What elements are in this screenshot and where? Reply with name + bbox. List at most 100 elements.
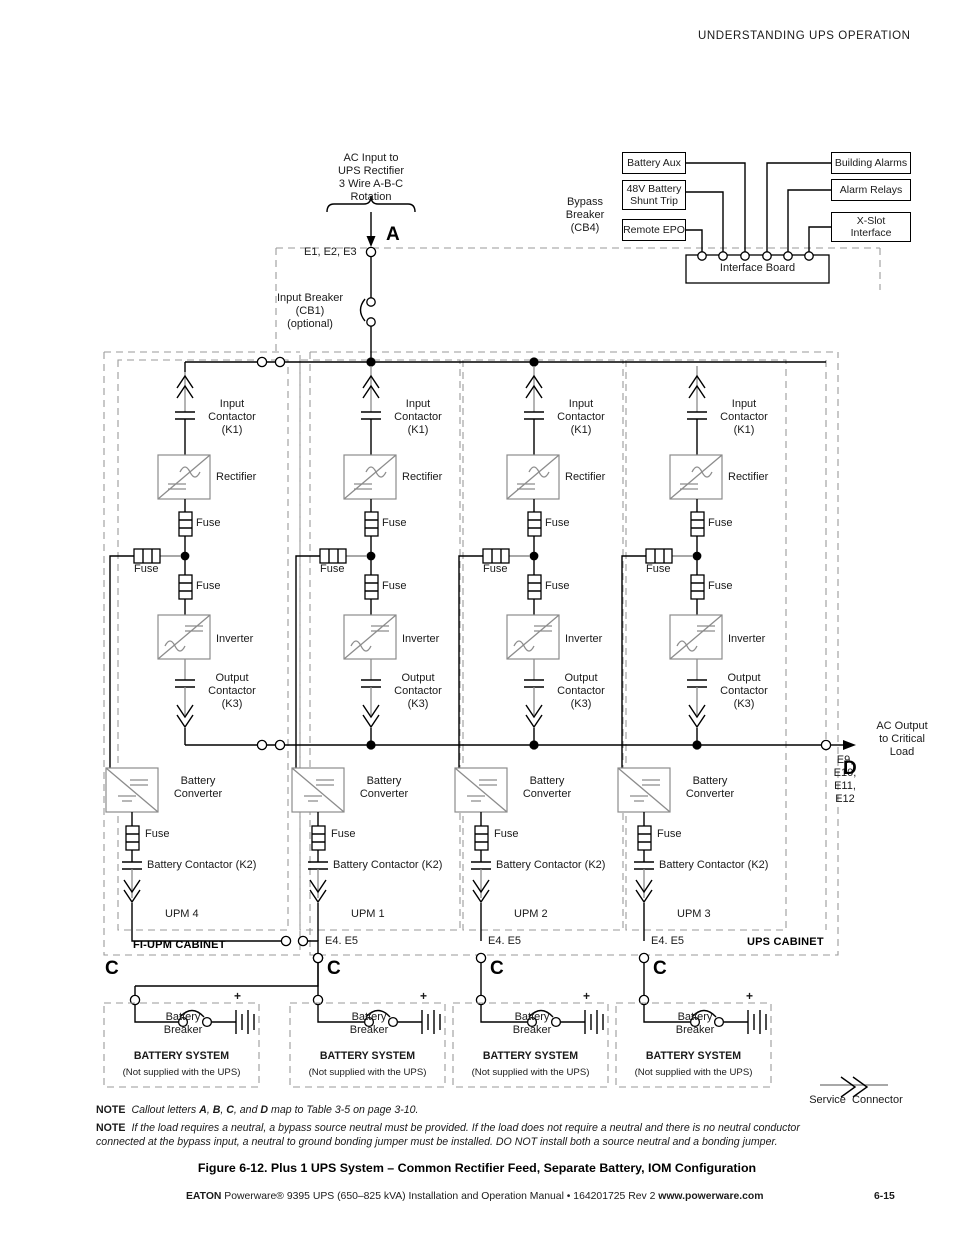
upm2-battery-contactor-label: Battery Contactor (K2) [496, 859, 606, 871]
alarm-relays-box[interactable]: Alarm Relays [831, 179, 911, 201]
upm4-inverter-label: Inverter [216, 633, 254, 645]
remote-epo-label: Remote EPO [623, 224, 685, 236]
upm1-battery-contactor-label: Battery Contactor (K2) [333, 859, 443, 871]
upm1-name-label: UPM 1 [351, 908, 385, 920]
upm3-battery-converter-label: Battery Converter [685, 775, 735, 800]
bypass-breaker-label: Bypass Breaker (CB4) [565, 196, 605, 234]
note-2-text: If the load requires a neutral, a bypass… [96, 1122, 800, 1148]
upm4-fuse-label-bottom: Fuse [196, 580, 221, 592]
callout-d: D [843, 758, 857, 779]
upm3-rectifier-label: Rectifier [728, 471, 769, 483]
building-alarms-box[interactable]: Building Alarms [831, 152, 911, 174]
note-1-d: D [260, 1104, 269, 1116]
page-number: 6-15 [874, 1191, 895, 1202]
note-1: NOTE Callout letters A, B, C, and D map t… [96, 1103, 836, 1117]
upm2-terminals-label: E4. E5 [488, 935, 522, 947]
battery-system-subtitle-1: (Not supplied with the UPS) [122, 1067, 241, 1078]
upm3-name-label: UPM 3 [677, 908, 711, 920]
upm4-input-contactor-label: Input Contactor (K1) [208, 398, 256, 436]
note-1-c: C [226, 1104, 234, 1116]
callout-a: A [386, 224, 400, 245]
battery-polarity-1: + [234, 989, 242, 1003]
upm1-terminals-label: E4. E5 [325, 935, 359, 947]
fi-upm-cabinet-label: FI-UPM CABINET [133, 939, 226, 951]
ups-cabinet-label: UPS CABINET [747, 936, 824, 948]
upm2-name-label: UPM 2 [514, 908, 548, 920]
shunt-trip-box[interactable]: 48V Battery Shunt Trip [622, 180, 686, 210]
upm1-fuse-label-bottom: Fuse [382, 580, 407, 592]
upm2-inverter-label: Inverter [565, 633, 603, 645]
page-root: UNDERSTANDING UPS OPERATION .ln{stroke:#… [0, 0, 954, 1235]
callout-c-2: C [327, 958, 341, 979]
battery-polarity-2: + [420, 989, 428, 1003]
battery-system-title-3: BATTERY SYSTEM [482, 1050, 579, 1062]
note-2-label: NOTE [96, 1122, 126, 1134]
upm2-battery-fuse-label: Fuse [494, 828, 519, 840]
upm2-rectifier-label: Rectifier [565, 471, 606, 483]
upm1-inverter-label: Inverter [402, 633, 440, 645]
upm2-battery-converter-label: Battery Converter [522, 775, 572, 800]
battery-aux-label: Battery Aux [627, 157, 681, 169]
upm3-terminals-label: E4. E5 [651, 935, 685, 947]
upm2-fuse-label-bottom: Fuse [545, 580, 570, 592]
ac-output-label: AC Output to Critical Load [876, 720, 928, 758]
battery-aux-box[interactable]: Battery Aux [622, 152, 686, 174]
upm3-fuse-label-bottom: Fuse [708, 580, 733, 592]
upm3-fuse-label-top: Fuse [708, 517, 733, 529]
battery-system-title-1: BATTERY SYSTEM [133, 1050, 230, 1062]
footer-url: www.powerware.com [658, 1191, 764, 1202]
battery-breaker-label-4: Battery Breaker [675, 1011, 715, 1036]
upm1-fuse-label-top: Fuse [382, 517, 407, 529]
upm3-input-contactor-label: Input Contactor (K1) [720, 398, 768, 436]
alarm-relays-label: Alarm Relays [839, 184, 903, 196]
battery-system-title-2: BATTERY SYSTEM [319, 1050, 416, 1062]
battery-breaker-label-1: Battery Breaker [163, 1011, 203, 1036]
upm4-output-contactor-label: Output Contactor (K3) [208, 672, 256, 710]
remote-epo-box[interactable]: Remote EPO [622, 219, 686, 241]
battery-breaker-label-3: Battery Breaker [512, 1011, 552, 1036]
shunt-trip-label: 48V Battery Shunt Trip [626, 183, 682, 207]
upm2-output-contactor-label: Output Contactor (K3) [557, 672, 605, 710]
x-slot-interface-label: X-Slot Interface [850, 215, 892, 239]
footer-text: Powerware® 9395 UPS (650–825 kVA) Instal… [221, 1191, 659, 1202]
upm3-battery-fuse-label: Fuse [657, 828, 682, 840]
x-slot-interface-box[interactable]: X-Slot Interface [831, 212, 911, 242]
upm4-name-label: UPM 4 [165, 908, 199, 920]
upm3-fuse-label-side: Fuse [646, 563, 671, 575]
battery-system-subtitle-4: (Not supplied with the UPS) [634, 1067, 753, 1078]
note-1-label: NOTE [96, 1104, 126, 1116]
battery-breaker-label-2: Battery Breaker [349, 1011, 389, 1036]
note-2: NOTE If the load requires a neutral, a by… [96, 1121, 836, 1149]
upm3-output-contactor-label: Output Contactor (K3) [720, 672, 768, 710]
upm4-battery-converter-label: Battery Converter [173, 775, 223, 800]
upm1-output-contactor-label: Output Contactor (K3) [394, 672, 442, 710]
upm3-battery-contactor-label: Battery Contactor (K2) [659, 859, 769, 871]
note-1-text-b: map to Table 3-5 on page 3-10. [268, 1104, 419, 1116]
upm1-battery-fuse-label: Fuse [331, 828, 356, 840]
upm1-input-contactor-label: Input Contactor (K1) [394, 398, 442, 436]
page-footer: EATON Powerware® 9395 UPS (650–825 kVA) … [186, 1191, 764, 1202]
output-bus [185, 739, 856, 751]
upm2-input-contactor-label: Input Contactor (K1) [557, 398, 605, 436]
figure-caption: Figure 6-12. Plus 1 UPS System – Common … [197, 1161, 757, 1175]
input-terminals-label: E1, E2, E3 [304, 246, 357, 258]
battery-system-title-4: BATTERY SYSTEM [645, 1050, 742, 1062]
upm4-battery-contactor-label: Battery Contactor (K2) [147, 859, 257, 871]
ac-input-feeder [326, 195, 416, 362]
upm2-fuse-label-side: Fuse [483, 563, 508, 575]
ups-one-line-diagram: .ln{stroke:#000;stroke-width:1.4;fill:no… [103, 162, 888, 1098]
upm1-rectifier-label: Rectifier [402, 471, 443, 483]
building-alarms-label: Building Alarms [834, 157, 908, 169]
battery-polarity-4: + [746, 989, 754, 1003]
callout-c-4: C [653, 958, 667, 979]
note-1-a: A [199, 1104, 207, 1116]
note-1-text-a: Callout letters [131, 1104, 200, 1116]
battery-system-subtitle-3: (Not supplied with the UPS) [471, 1067, 590, 1078]
upm4-fuse-label-top: Fuse [196, 517, 221, 529]
upm2-fuse-label-top: Fuse [545, 517, 570, 529]
interface-board-label: Interface Board [719, 262, 796, 274]
upm1-fuse-label-side: Fuse [320, 563, 345, 575]
upm4-battery-fuse-label: Fuse [145, 828, 170, 840]
ac-input-source-label: AC Input to UPS Rectifier 3 Wire A-B-C R… [337, 152, 405, 203]
battery-polarity-3: + [583, 989, 591, 1003]
